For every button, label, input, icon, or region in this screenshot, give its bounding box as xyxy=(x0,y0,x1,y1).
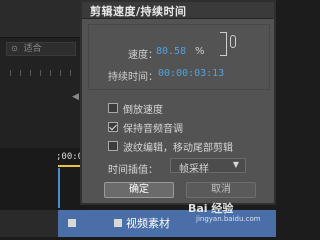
duration-input[interactable]: 00:00:03:13 xyxy=(158,68,224,79)
duration-label: 持续时间： xyxy=(108,72,158,83)
speed-unit: % xyxy=(195,46,205,57)
clip-label: 视频素材 xyxy=(126,217,170,230)
interpolation-select[interactable]: 帧采样 ▼ xyxy=(170,158,246,175)
clip-fx-icon xyxy=(68,219,76,227)
dialog-title-bar[interactable]: 剪辑速度/持续时间 xyxy=(82,2,274,19)
chevron-down-icon: ▼ xyxy=(232,160,239,169)
interpolation-label: 时间插值： xyxy=(108,165,158,176)
link-bracket xyxy=(220,32,227,56)
dialog-title: 剪辑速度/持续时间 xyxy=(90,5,187,18)
speed-label: 速度： xyxy=(128,50,158,61)
clip-fx-icon xyxy=(114,219,122,227)
speed-duration-dialog: 剪辑速度/持续时间 速度： 80.58 % 持续时间： 00:00:03:13 … xyxy=(80,0,276,205)
time-ruler xyxy=(0,70,86,90)
speed-input[interactable]: 80.58 xyxy=(156,46,186,57)
ripple-edit-option[interactable]: 波纹编辑，移动尾部剪辑 xyxy=(108,139,233,154)
ok-button[interactable]: 确定 xyxy=(104,182,174,198)
reverse-speed-label: 倒放速度 xyxy=(123,104,163,116)
empty-track-area xyxy=(0,210,58,237)
keep-pitch-label: 保持音频音调 xyxy=(123,123,183,135)
chain-link-icon[interactable] xyxy=(230,35,236,48)
fit-label: 适合 xyxy=(23,44,42,54)
keep-pitch-option[interactable]: 保持音频音调 xyxy=(108,120,183,135)
target-icon: ⊙ xyxy=(11,44,18,53)
watermark-logo: Bai 经验 xyxy=(188,202,234,215)
editor-toolbar xyxy=(0,0,86,38)
ripple-edit-label: 波纹编辑，移动尾部剪辑 xyxy=(123,142,233,154)
fit-dropdown[interactable]: ⊙ 适合 xyxy=(6,42,76,56)
playhead[interactable] xyxy=(58,168,60,208)
interpolation-value: 帧采样 xyxy=(179,164,209,175)
watermark-url: jingyan.baidu.com xyxy=(196,215,261,223)
ripple-edit-checkbox[interactable] xyxy=(108,141,118,151)
volume-icon: ◀ xyxy=(72,92,79,102)
reverse-speed-option[interactable]: 倒放速度 xyxy=(108,101,163,116)
cancel-button[interactable]: 取消 xyxy=(186,182,256,198)
reverse-speed-checkbox[interactable] xyxy=(108,103,118,113)
keep-pitch-checkbox[interactable] xyxy=(108,122,118,132)
